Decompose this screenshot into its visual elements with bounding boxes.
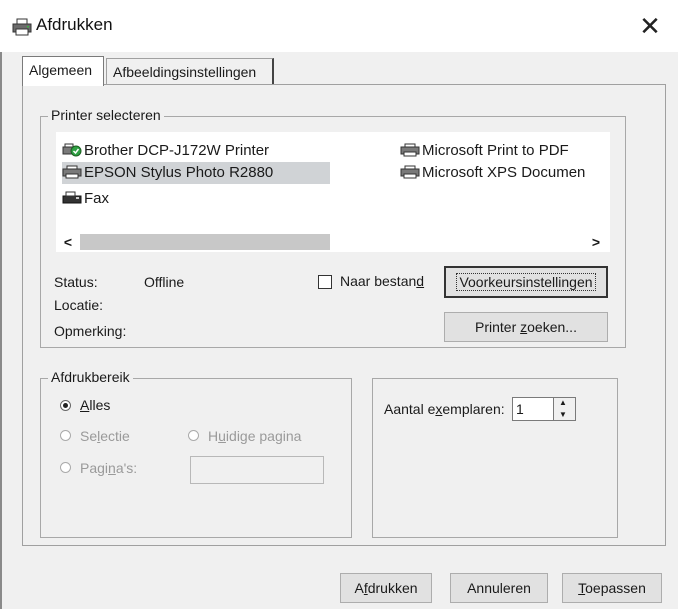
cancel-button[interactable]: Annuleren [450, 573, 548, 603]
printer-icon [400, 142, 420, 157]
printer-icon [12, 18, 32, 36]
radio-selection-label[interactable]: Selectie [80, 428, 130, 444]
print-button[interactable]: Afdrukken [340, 573, 432, 603]
printer-item-epson[interactable]: EPSON Stylus Photo R2880 [62, 162, 330, 184]
radio-pages[interactable] [60, 462, 71, 473]
spin-down-icon[interactable]: ▼ [559, 410, 567, 419]
location-label: Locatie: [54, 297, 104, 313]
printer-name: Fax [84, 190, 110, 207]
print-to-file-label[interactable]: Naar bestand [340, 273, 424, 289]
printer-icon [62, 164, 82, 179]
printer-item-ms-pdf[interactable]: Microsoft Print to PDF [400, 140, 569, 162]
comment-label: Opmerking: [54, 323, 127, 339]
fax-icon [62, 190, 82, 204]
pages-input[interactable] [190, 456, 324, 484]
tab-general[interactable]: Algemeen [22, 56, 104, 86]
printer-icon [400, 164, 420, 179]
printer-select-group-label: Printer selecteren [48, 107, 164, 123]
find-printer-button[interactable]: Printer zoeken... [444, 312, 608, 342]
scroll-right-icon[interactable]: > [588, 232, 604, 252]
apply-button[interactable]: Toepassen [562, 573, 662, 603]
preferences-button[interactable]: Voorkeursinstellingen [444, 266, 608, 298]
scroll-left-icon[interactable]: < [60, 232, 76, 252]
radio-current-page[interactable] [188, 430, 199, 441]
scroll-thumb[interactable] [80, 234, 330, 250]
print-to-file-checkbox[interactable] [318, 275, 332, 289]
radio-selection[interactable] [60, 430, 71, 441]
radio-all[interactable] [60, 400, 71, 411]
default-printer-icon [62, 142, 82, 157]
window-title: Afdrukken [36, 15, 113, 34]
tab-image-settings[interactable]: Afbeeldingsinstellingen [106, 58, 274, 84]
printer-item-fax[interactable]: Fax [62, 188, 109, 210]
printer-name: Brother DCP-J172W Printer [84, 142, 270, 159]
printer-name: Microsoft Print to PDF [422, 142, 569, 159]
printer-name: Microsoft XPS Documen [422, 164, 586, 181]
copies-input[interactable]: 1 [512, 397, 554, 421]
spin-up-icon[interactable]: ▲ [559, 398, 567, 407]
print-range-group-label: Afdrukbereik [48, 369, 133, 385]
printer-item-brother[interactable]: Brother DCP-J172W Printer [62, 140, 269, 162]
printer-item-ms-xps[interactable]: Microsoft XPS Documen [400, 162, 610, 184]
status-value: Offline [144, 274, 185, 290]
radio-current-page-label[interactable]: Huidige pagina [208, 428, 301, 444]
radio-all-label[interactable]: Alles [80, 397, 110, 413]
printer-name: EPSON Stylus Photo R2880 [84, 164, 274, 181]
close-icon[interactable]: ✕ [630, 8, 670, 44]
radio-pages-label[interactable]: Pagina's: [80, 460, 137, 476]
status-label: Status: [54, 274, 98, 290]
copies-label: Aantal exemplaren: [384, 401, 505, 417]
